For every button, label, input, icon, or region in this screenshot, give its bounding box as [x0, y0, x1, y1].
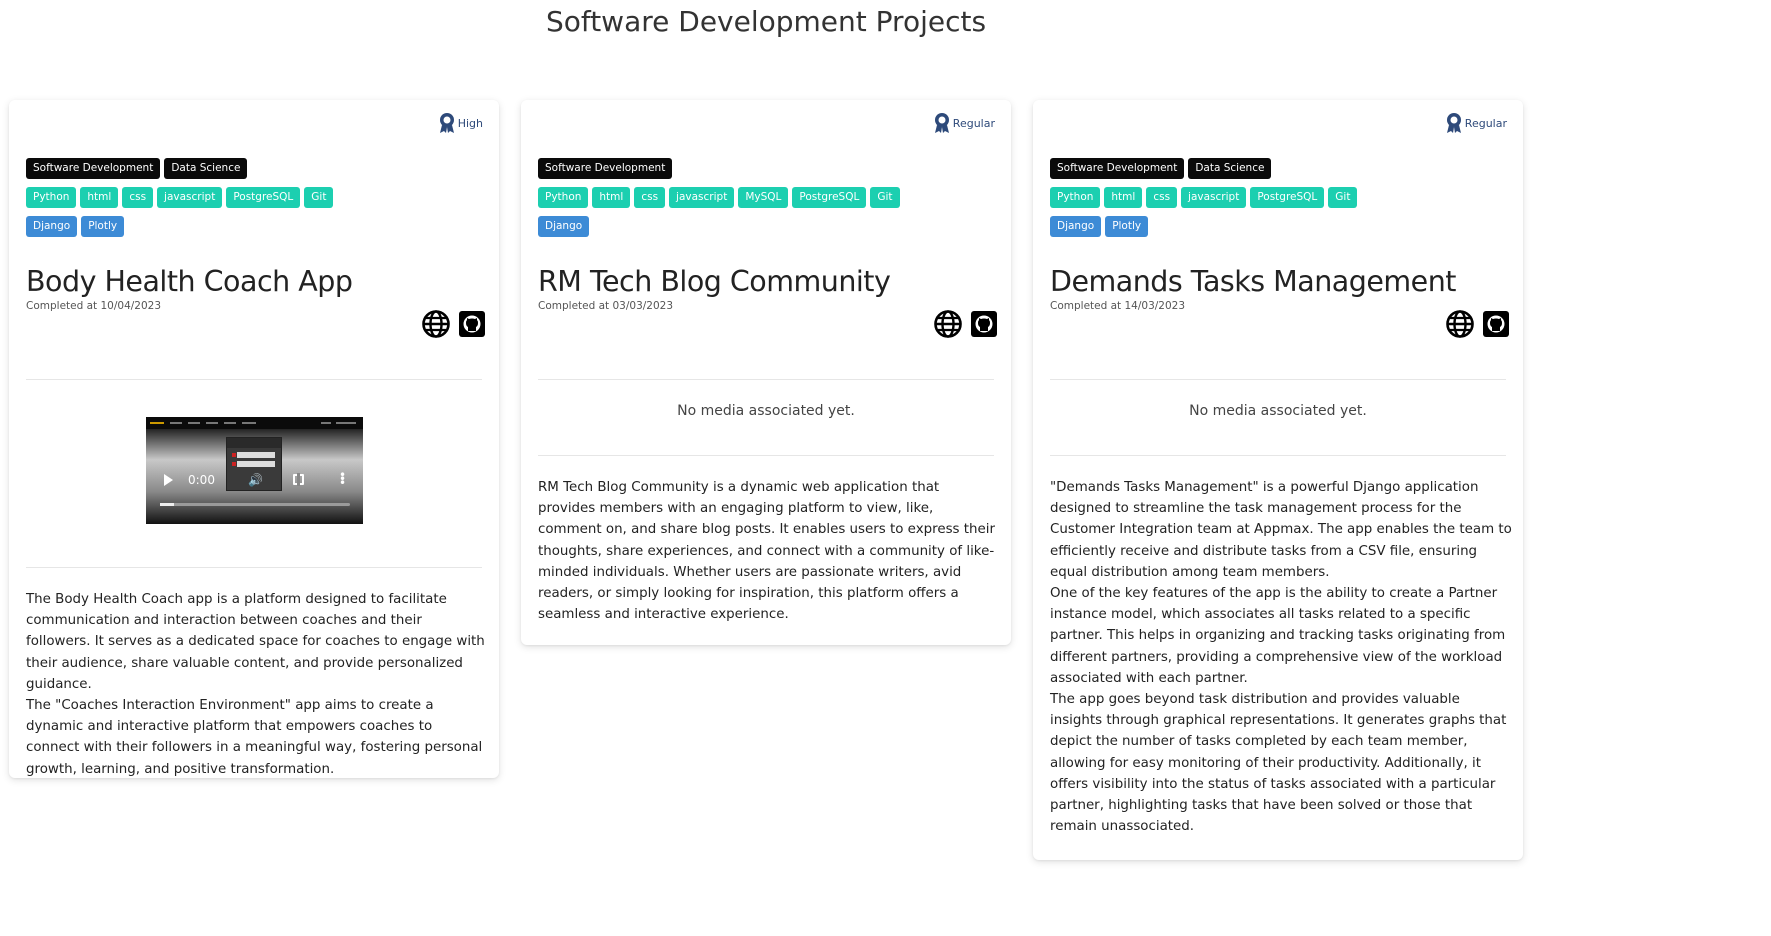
tag-list: Software Development Python html css jav… — [538, 158, 998, 245]
volume-icon[interactable]: 🔊 — [248, 473, 263, 487]
technology-tag[interactable]: MySQL — [738, 187, 789, 208]
project-card: Regular Software Development Data Scienc… — [1033, 100, 1523, 860]
category-tag[interactable]: Software Development — [1050, 158, 1185, 179]
description-paragraph: RM Tech Blog Community is a dynamic web … — [538, 480, 995, 623]
rank-label: Regular — [952, 116, 995, 130]
framework-tag[interactable]: Django — [26, 216, 78, 237]
no-media-message: No media associated yet. — [677, 403, 855, 419]
divider — [1050, 379, 1506, 380]
project-links — [422, 310, 485, 338]
rank-badge: High — [438, 112, 483, 134]
project-description: RM Tech Blog Community is a dynamic web … — [538, 477, 1000, 625]
completed-date: Completed at 10/04/2023 — [26, 300, 162, 312]
technology-tag[interactable]: javascript — [1181, 187, 1247, 208]
technology-tag[interactable]: html — [1104, 187, 1143, 208]
project-title: Body Health Coach App — [26, 265, 353, 298]
globe-icon[interactable] — [934, 310, 962, 338]
technology-tag[interactable]: css — [122, 187, 154, 208]
no-media-message: No media associated yet. — [1189, 403, 1367, 419]
technology-tag[interactable]: Git — [1328, 187, 1358, 208]
framework-tag[interactable]: Plotly — [81, 216, 125, 237]
github-icon[interactable] — [971, 311, 997, 337]
category-tag[interactable]: Data Science — [164, 158, 248, 179]
tag-list: Software Development Data Science Python… — [26, 158, 486, 245]
github-icon[interactable] — [1483, 311, 1509, 337]
description-paragraph: One of the key features of the app is th… — [1050, 586, 1506, 686]
category-tag[interactable]: Data Science — [1188, 158, 1272, 179]
award-icon — [933, 112, 951, 134]
technology-tag[interactable]: javascript — [669, 187, 735, 208]
video-time: 0:00 — [188, 473, 215, 487]
technology-tag[interactable]: PostgreSQL — [1250, 187, 1325, 208]
globe-icon[interactable] — [422, 310, 450, 338]
divider — [26, 567, 482, 568]
github-icon[interactable] — [459, 311, 485, 337]
description-paragraph: The app goes beyond task distribution an… — [1050, 692, 1507, 835]
technology-tag[interactable]: PostgreSQL — [226, 187, 301, 208]
rank-badge: Regular — [933, 112, 995, 134]
fullscreen-icon[interactable] — [293, 473, 304, 486]
completed-date: Completed at 03/03/2023 — [538, 300, 674, 312]
award-icon — [1445, 112, 1463, 134]
rank-badge: Regular — [1445, 112, 1507, 134]
description-paragraph: The Body Health Coach app is a platform … — [26, 592, 485, 692]
technology-tag[interactable]: css — [1146, 187, 1178, 208]
play-icon[interactable] — [164, 474, 173, 486]
technology-tag[interactable]: Python — [1050, 187, 1101, 208]
description-paragraph: The "Coaches Interaction Environment" ap… — [26, 698, 483, 777]
more-options-icon[interactable]: • • • — [339, 469, 346, 489]
technology-tag[interactable]: css — [634, 187, 666, 208]
project-links — [934, 310, 997, 338]
framework-tag[interactable]: Plotly — [1105, 216, 1149, 237]
award-icon — [438, 112, 456, 134]
project-card: High Software Development Data Science P… — [9, 100, 499, 778]
technology-tag[interactable]: Git — [870, 187, 900, 208]
technology-tag[interactable]: Python — [538, 187, 589, 208]
technology-tag[interactable]: html — [592, 187, 631, 208]
divider — [26, 379, 482, 380]
project-card: Regular Software Development Python html… — [521, 100, 1011, 645]
page-title: Software Development Projects — [545, 5, 987, 38]
project-title: RM Tech Blog Community — [538, 265, 891, 298]
technology-tag[interactable]: PostgreSQL — [792, 187, 867, 208]
technology-tag[interactable]: html — [80, 187, 119, 208]
tag-list: Software Development Data Science Python… — [1050, 158, 1510, 245]
completed-date: Completed at 14/03/2023 — [1050, 300, 1186, 312]
technology-tag[interactable]: javascript — [157, 187, 223, 208]
framework-tag[interactable]: Django — [538, 216, 590, 237]
project-description: The Body Health Coach app is a platform … — [26, 589, 488, 780]
technology-tag[interactable]: Git — [304, 187, 334, 208]
rank-label: High — [457, 116, 483, 130]
framework-tag[interactable]: Django — [1050, 216, 1102, 237]
divider — [538, 455, 994, 456]
video-player[interactable]: 0:00 🔊 • • • — [146, 417, 363, 524]
video-thumbnail-navbar — [146, 417, 363, 429]
project-links — [1446, 310, 1509, 338]
divider — [538, 379, 994, 380]
video-progress-bar[interactable] — [160, 503, 350, 506]
technology-tag[interactable]: Python — [26, 187, 77, 208]
category-tag[interactable]: Software Development — [538, 158, 673, 179]
project-description: "Demands Tasks Management" is a powerful… — [1050, 477, 1512, 837]
rank-label: Regular — [1464, 116, 1507, 130]
description-paragraph: "Demands Tasks Management" is a powerful… — [1050, 480, 1512, 580]
project-title: Demands Tasks Management — [1050, 265, 1456, 298]
category-tag[interactable]: Software Development — [26, 158, 161, 179]
globe-icon[interactable] — [1446, 310, 1474, 338]
divider — [1050, 455, 1506, 456]
